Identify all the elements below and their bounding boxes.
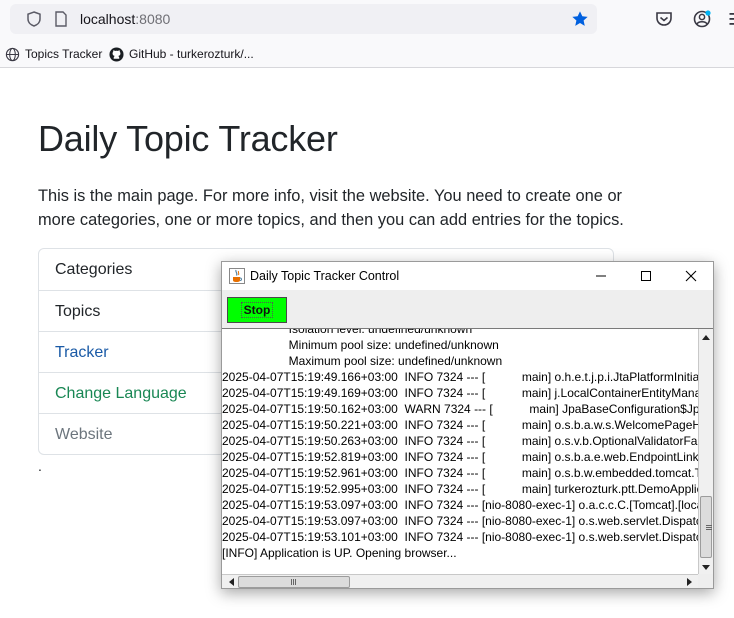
scroll-up-arrow-icon[interactable] [699,330,713,344]
maximize-icon[interactable] [636,266,656,286]
log-line: Isolation level: undefined/unknown [222,328,473,336]
horizontal-scroll-thumb[interactable] [238,576,350,588]
pocket-icon[interactable] [655,10,673,28]
stop-button-label: Stop [240,302,274,318]
url-host: localhost [80,11,136,27]
star-icon[interactable] [571,10,589,28]
scroll-left-arrow-icon[interactable] [224,575,238,589]
vertical-scrollbar[interactable] [698,329,713,574]
page-icon [55,11,67,27]
horizontal-scrollbar[interactable] [222,574,698,588]
log-line: [INFO] Application is UP. Opening browse… [222,546,457,560]
url-port: :8080 [135,11,171,27]
url-text[interactable]: localhost:8080 [80,11,170,27]
control-window: Daily Topic Tracker Control Stop Isolati… [221,261,714,589]
log-line: 2025-04-07T15:19:52.961+03:00 INFO 7324 … [222,466,698,480]
hamburger-menu-icon[interactable] [725,10,734,28]
globe-icon [5,47,20,61]
control-window-title: Daily Topic Tracker Control [250,269,400,283]
log-line: 2025-04-07T15:19:53.097+03:00 INFO 7324 … [222,514,698,528]
bookmark-topics-tracker[interactable]: Topics Tracker [5,45,102,63]
minimize-icon[interactable] [591,266,611,286]
account-icon[interactable] [693,10,711,28]
log-line: 2025-04-07T15:19:50.263+03:00 INFO 7324 … [222,434,698,448]
log-line: 2025-04-07T15:19:50.162+03:00 WARN 7324 … [222,402,698,416]
scrollbar-corner [698,574,713,588]
shield-icon[interactable] [26,11,42,27]
log-line: Minimum pool size: undefined/unknown [222,338,499,352]
scroll-right-arrow-icon[interactable] [682,575,696,589]
browser-toolbar: localhost:8080 [0,0,734,40]
log-output-area[interactable]: Isolation level: undefined/unknown Minim… [222,328,713,574]
github-icon [109,46,124,62]
page-lead-text: This is the main page. For more info, vi… [38,187,624,229]
vertical-scroll-thumb[interactable] [700,496,712,558]
log-line: 2025-04-07T15:19:50.221+03:00 INFO 7324 … [222,418,698,432]
control-window-titlebar[interactable]: Daily Topic Tracker Control [222,262,713,290]
scroll-down-arrow-icon[interactable] [699,560,713,574]
log-line: 2025-04-07T15:19:53.101+03:00 INFO 7324 … [222,530,698,544]
bookmark-label: Topics Tracker [25,47,103,61]
bookmark-label: GitHub - turkerozturk/... [129,47,254,61]
trailing-dot: . [38,458,42,474]
log-line: Maximum pool size: undefined/unknown [222,354,503,368]
java-cup-icon [229,268,245,284]
log-text[interactable]: Isolation level: undefined/unknown Minim… [222,328,698,561]
stop-button[interactable]: Stop [227,297,287,323]
log-line: 2025-04-07T15:19:49.166+03:00 INFO 7324 … [222,370,698,384]
close-icon[interactable] [681,266,701,286]
bookmarks-bar: Topics Tracker GitHub - turkerozturk/... [0,40,734,68]
page-title: Daily Topic Tracker [38,118,338,159]
log-line: 2025-04-07T15:19:53.097+03:00 INFO 7324 … [222,498,698,512]
url-bar[interactable]: localhost:8080 [10,4,597,34]
log-line: 2025-04-07T15:19:52.819+03:00 INFO 7324 … [222,450,698,464]
bookmark-github[interactable]: GitHub - turkerozturk/... [109,45,254,63]
log-line: 2025-04-07T15:19:52.995+03:00 INFO 7324 … [222,482,698,496]
log-line: 2025-04-07T15:19:49.169+03:00 INFO 7324 … [222,386,698,400]
